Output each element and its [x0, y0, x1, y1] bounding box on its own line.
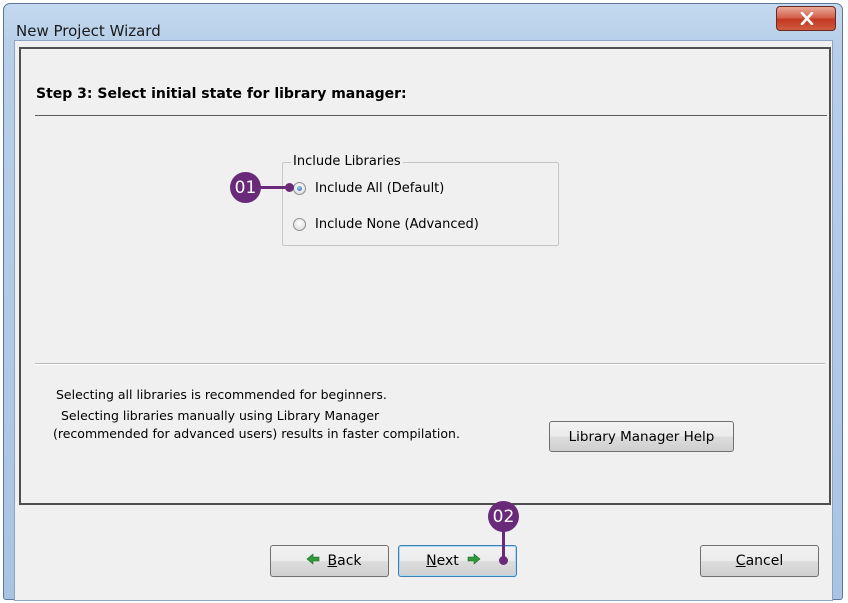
radio-include-all[interactable]: Include All (Default): [293, 179, 444, 197]
close-icon: [800, 12, 814, 25]
back-label: ack: [337, 553, 362, 569]
window-title: New Project Wizard: [16, 22, 161, 40]
header-divider: [35, 115, 827, 116]
include-libraries-group: Include Libraries Include All (Default) …: [282, 154, 559, 246]
radio-include-none[interactable]: Include None (Advanced): [293, 215, 479, 233]
next-label: ext: [436, 553, 459, 569]
info-text-line-2: Selecting libraries manually using Libra…: [61, 408, 380, 423]
library-manager-help-button[interactable]: Library Manager Help: [549, 421, 734, 452]
close-button[interactable]: [776, 6, 836, 31]
cancel-label: ancel: [745, 553, 784, 569]
next-mnemonic: N: [426, 553, 437, 569]
radio-label: Include All (Default): [315, 180, 445, 196]
callout-01-leader: [260, 186, 288, 189]
callout-02-leader: [502, 531, 505, 559]
back-button[interactable]: Back: [270, 545, 389, 577]
back-mnemonic: B: [327, 553, 338, 569]
arrow-right-icon: [467, 553, 481, 569]
callout-01-dot: [285, 183, 294, 192]
wizard-content-panel: Step 3: Select initial state for library…: [19, 47, 831, 505]
arrow-left-icon: [306, 553, 320, 569]
radio-label: Include None (Advanced): [315, 216, 479, 232]
callout-02-dot: [499, 556, 508, 565]
radio-button-unchecked[interactable]: [293, 217, 306, 231]
title-bar: New Project Wizard: [4, 4, 842, 40]
radio-button-checked[interactable]: [293, 181, 306, 195]
info-text-line-3: (recommended for advanced users) results…: [53, 426, 460, 441]
step-title: Step 3: Select initial state for library…: [36, 86, 407, 102]
callout-02: 02: [488, 501, 519, 532]
info-text-line-1: Selecting all libraries is recommended f…: [56, 387, 387, 402]
cancel-button[interactable]: Cancel: [700, 545, 819, 577]
callout-01: 01: [230, 172, 261, 203]
cancel-mnemonic: C: [735, 553, 746, 569]
info-divider: [35, 363, 825, 365]
group-legend: Include Libraries: [291, 154, 403, 169]
